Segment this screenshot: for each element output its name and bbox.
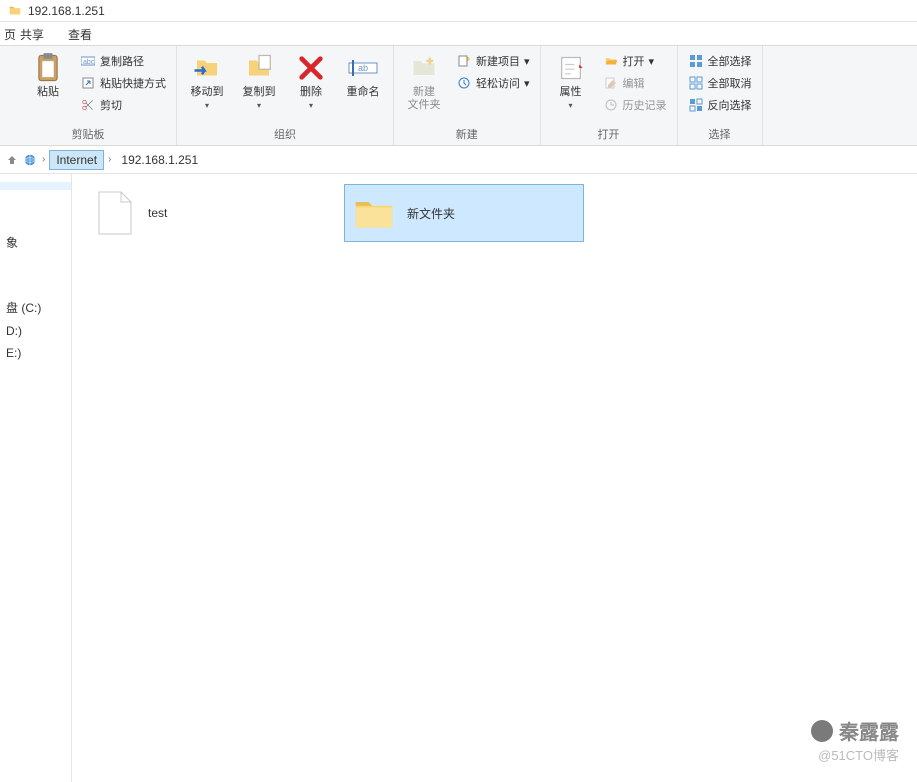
properties-button[interactable]: 属性 ▾ (547, 48, 595, 110)
move-to-button[interactable]: 移动到 ▾ (183, 48, 231, 110)
invert-icon (688, 97, 704, 113)
folder-name: 新文件夹 (407, 205, 455, 222)
select-all-button[interactable]: 全部选择 (684, 50, 756, 72)
tab-home-stub[interactable]: 页 (0, 22, 8, 45)
paste-button[interactable]: 粘贴 (24, 48, 72, 99)
select-none-icon (688, 75, 704, 91)
folder-icon (8, 4, 22, 18)
nav-up-icon[interactable] (4, 152, 20, 168)
rename-icon: ab (347, 52, 379, 84)
select-none-button[interactable]: 全部取消 (684, 72, 756, 94)
copy-icon (243, 52, 275, 84)
easy-access-icon (456, 75, 472, 91)
scissors-icon (80, 97, 96, 113)
file-item[interactable]: test (86, 184, 326, 242)
svg-text:ab: ab (358, 63, 368, 73)
sidebar-item[interactable]: 象 (0, 230, 71, 255)
breadcrumb-root[interactable]: Internet (49, 150, 104, 170)
chevron-down-icon: ▾ (205, 101, 209, 110)
properties-icon (555, 52, 587, 84)
svg-text:abc: abc (83, 59, 95, 66)
file-icon (94, 189, 136, 237)
delete-button[interactable]: 删除 ▾ (287, 48, 335, 110)
rename-button[interactable]: ab 重命名 (339, 48, 387, 99)
move-icon (191, 52, 223, 84)
group-label-organize: 组织 (183, 124, 387, 145)
breadcrumb-sep: › (40, 154, 47, 165)
address-bar: › Internet › 192.168.1.251 (0, 146, 917, 174)
ribbon-group-clipboard: 粘贴 abc 复制路径 粘贴快捷方式 剪切 剪贴板 (0, 46, 177, 145)
new-item-icon (456, 53, 472, 69)
chevron-down-icon: ▾ (524, 77, 530, 90)
ribbon-group-organize: 移动到 ▾ 复制到 ▾ 删除 ▾ ab 重命名 (177, 46, 394, 145)
sidebar-item[interactable]: E:) (0, 342, 71, 364)
chevron-down-icon: ▾ (569, 101, 573, 110)
breadcrumb-sep: › (106, 154, 113, 165)
chevron-down-icon: ▾ (257, 101, 261, 110)
shortcut-icon (80, 75, 96, 91)
easy-access-button[interactable]: 轻松访问 ▾ (452, 72, 534, 94)
workspace: 象 盘 (C:) D:) E:) test 新文件夹 (0, 174, 917, 782)
select-all-icon (688, 53, 704, 69)
ribbon-tabs: 页 共享 查看 (0, 22, 917, 46)
path-icon: abc (80, 53, 96, 69)
sidebar-item[interactable]: D:) (0, 320, 71, 342)
invert-selection-button[interactable]: 反向选择 (684, 94, 756, 116)
ribbon-group-new: 新建 文件夹 新建项目 ▾ 轻松访问 ▾ 新建 (394, 46, 541, 145)
tab-view[interactable]: 查看 (56, 22, 104, 45)
ribbon: 粘贴 abc 复制路径 粘贴快捷方式 剪切 剪贴板 (0, 46, 917, 146)
sidebar-item[interactable] (0, 182, 71, 190)
paste-shortcut-button[interactable]: 粘贴快捷方式 (76, 72, 170, 94)
copy-to-button[interactable]: 复制到 ▾ (235, 48, 283, 110)
open-button[interactable]: 打开 ▾ (599, 50, 671, 72)
tab-share[interactable]: 共享 (8, 22, 56, 45)
group-label-clipboard: 剪贴板 (6, 124, 170, 145)
edit-button[interactable]: 编辑 (599, 72, 671, 94)
new-folder-button[interactable]: 新建 文件夹 (400, 48, 448, 112)
navigation-pane[interactable]: 象 盘 (C:) D:) E:) (0, 174, 72, 782)
edit-icon (603, 75, 619, 91)
breadcrumb-path[interactable]: 192.168.1.251 (115, 153, 913, 167)
file-list[interactable]: test 新文件夹 (72, 174, 917, 782)
chevron-down-icon: ▾ (649, 55, 655, 68)
group-label-open: 打开 (547, 124, 671, 145)
watermark: 秦露露 @51CTO博客 (811, 716, 899, 764)
history-icon (603, 97, 619, 113)
delete-x-icon (295, 52, 327, 84)
folder-icon (353, 189, 395, 237)
sidebar-item[interactable]: 盘 (C:) (0, 295, 71, 320)
ribbon-group-open: 属性 ▾ 打开 ▾ 编辑 历史记录 打开 (541, 46, 678, 145)
window-title: 192.168.1.251 (28, 4, 105, 18)
watermark-logo (811, 720, 833, 742)
new-folder-icon (408, 52, 440, 84)
cut-button[interactable]: 剪切 (76, 94, 170, 116)
history-button[interactable]: 历史记录 (599, 94, 671, 116)
open-icon (603, 53, 619, 69)
network-icon[interactable] (22, 152, 38, 168)
file-name: test (148, 206, 167, 220)
group-label-select: 选择 (684, 124, 756, 145)
clipboard-icon (32, 52, 64, 84)
new-item-button[interactable]: 新建项目 ▾ (452, 50, 534, 72)
chevron-down-icon: ▾ (309, 101, 313, 110)
folder-item[interactable]: 新文件夹 (344, 184, 584, 242)
chevron-down-icon: ▾ (524, 55, 530, 68)
window-titlebar: 192.168.1.251 (0, 0, 917, 22)
copy-path-button[interactable]: abc 复制路径 (76, 50, 170, 72)
ribbon-group-select: 全部选择 全部取消 反向选择 选择 (678, 46, 763, 145)
group-label-new: 新建 (400, 124, 534, 145)
